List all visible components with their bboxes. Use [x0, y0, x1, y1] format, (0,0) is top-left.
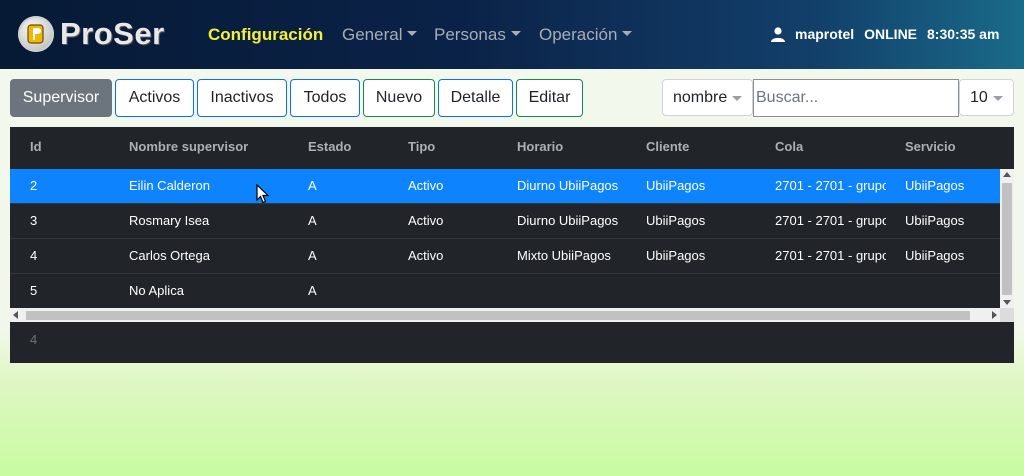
chevron-down-icon [993, 96, 1003, 101]
supervisor-table: Id Nombre supervisor Estado Tipo Horario… [10, 127, 1014, 363]
cell-cliente: UbiiPagos [646, 248, 706, 263]
cell-estado: A [308, 178, 317, 193]
nav-operacion-dropdown[interactable]: Operación [539, 24, 633, 46]
cell-tipo: Activo [408, 248, 444, 263]
scroll-up-icon[interactable] [1003, 172, 1011, 177]
page-size-select[interactable]: 10 [959, 79, 1014, 116]
column-header-tipo[interactable]: Tipo [408, 127, 508, 167]
todos-button[interactable]: Todos [290, 79, 360, 117]
cell-id: 5 [30, 283, 38, 298]
cell-horario: Mixto UbiiPagos [517, 248, 611, 263]
search-input[interactable] [753, 79, 959, 117]
cell-servicio: UbiiPagos [905, 178, 965, 193]
activos-button[interactable]: Activos [115, 79, 194, 117]
nav-general-label: General [342, 25, 403, 44]
nav-general-dropdown[interactable]: General [342, 24, 418, 46]
clock: 8:30:35 am [927, 26, 1000, 42]
column-header-estado[interactable]: Estado [308, 127, 398, 167]
cell-nombre: Eilin Calderon [129, 178, 210, 193]
cell-cola: 2701 - 2701 - grupo [775, 178, 886, 193]
cell-estado: A [308, 283, 317, 298]
proser-logo-icon [18, 16, 54, 52]
cell-nombre: Rosmary Isea [129, 213, 210, 228]
top-navbar: ProSer Configuración General Personas Op… [0, 0, 1024, 69]
cell-tipo: Activo [408, 213, 444, 228]
nav-personas-label: Personas [434, 25, 506, 44]
cell-horario: Diurno UbiiPagos [517, 178, 619, 193]
cell-cola: 2701 - 2701 - grupo [775, 213, 886, 228]
search-field-select[interactable]: nombre [662, 79, 753, 116]
search-field-value: nombre [673, 89, 728, 106]
scrollbar-corner [1000, 308, 1014, 322]
cell-servicio: UbiiPagos [905, 248, 965, 263]
online-status: ONLINE [864, 26, 918, 42]
cell-horario: Diurno UbiiPagos [517, 213, 619, 228]
chevron-down-icon [510, 31, 521, 36]
user-area: maprotel ONLINE 8:30:35 am [771, 26, 999, 42]
cell-nombre: No Aplica [129, 283, 184, 298]
nuevo-button[interactable]: Nuevo [363, 79, 435, 117]
column-header-nombre[interactable]: Nombre supervisor [129, 127, 299, 167]
cell-servicio: UbiiPagos [905, 213, 965, 228]
detalle-button[interactable]: Detalle [438, 79, 513, 117]
table-header: Id Nombre supervisor Estado Tipo Horario… [10, 127, 1014, 169]
chevron-down-icon [622, 31, 633, 36]
cell-cliente: UbiiPagos [646, 213, 706, 228]
cell-cola: 2701 - 2701 - grupo [775, 248, 886, 263]
table-row[interactable]: 3 Rosmary Isea A Activo Diurno UbiiPagos… [10, 204, 1000, 239]
user-icon [771, 26, 785, 42]
column-header-servicio[interactable]: Servicio [905, 127, 1000, 167]
cell-estado: A [308, 248, 317, 263]
brand-name: ProSer [60, 16, 165, 51]
cell-nombre: Carlos Ortega [129, 248, 210, 263]
supervisor-button[interactable]: Supervisor [10, 79, 112, 117]
scroll-left-icon[interactable] [13, 311, 18, 319]
record-count: 4 [30, 332, 38, 347]
horizontal-scroll-thumb[interactable] [26, 311, 970, 320]
column-header-cola[interactable]: Cola [775, 127, 886, 167]
scroll-right-icon[interactable] [992, 311, 997, 319]
nav-personas-dropdown[interactable]: Personas [434, 24, 521, 46]
column-header-id[interactable]: Id [30, 127, 90, 167]
table-row[interactable]: 4 Carlos Ortega A Activo Mixto UbiiPagos… [10, 239, 1000, 274]
page-size-value: 10 [970, 89, 988, 106]
cell-id: 4 [30, 248, 38, 263]
column-header-cliente[interactable]: Cliente [646, 127, 766, 167]
brand[interactable]: ProSer [18, 14, 165, 54]
nav-operacion-label: Operación [539, 25, 618, 44]
vertical-scroll-thumb[interactable] [1002, 183, 1012, 295]
scroll-down-icon[interactable] [1003, 300, 1011, 305]
editar-button[interactable]: Editar [516, 79, 583, 117]
table-row[interactable]: 5 No Aplica A [10, 274, 1000, 309]
username[interactable]: maprotel [795, 26, 854, 42]
cell-estado: A [308, 213, 317, 228]
vertical-scrollbar[interactable] [1000, 169, 1014, 308]
cell-cliente: UbiiPagos [646, 178, 706, 193]
chevron-down-icon [407, 31, 418, 36]
horizontal-scrollbar[interactable] [10, 308, 1000, 322]
column-header-horario[interactable]: Horario [517, 127, 642, 167]
table-row[interactable]: 2 Eilin Calderon A Activo Diurno UbiiPag… [10, 169, 1000, 204]
cell-tipo: Activo [408, 178, 444, 193]
mouse-cursor-icon [256, 184, 270, 204]
cell-id: 3 [30, 213, 38, 228]
cell-id: 2 [30, 178, 38, 193]
inactivos-button[interactable]: Inactivos [197, 79, 287, 117]
nav-configuracion[interactable]: Configuración [208, 24, 323, 46]
chevron-down-icon [732, 96, 742, 101]
